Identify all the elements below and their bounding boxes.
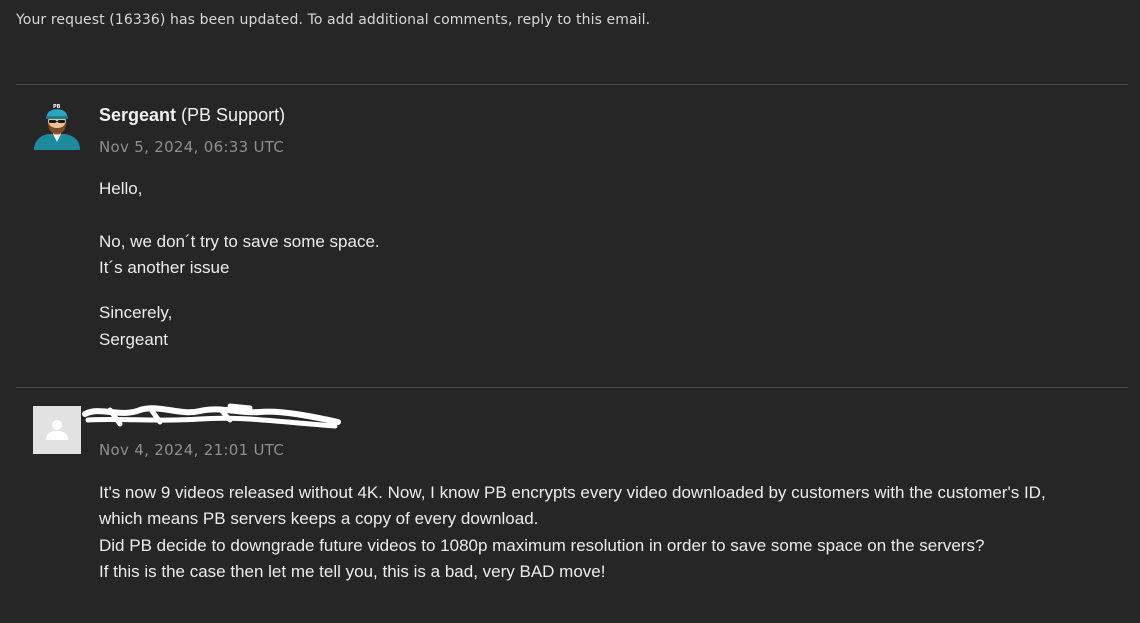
comment-timestamp: Nov 5, 2024, 06:33 UTC bbox=[99, 138, 285, 156]
comment-line: Sincerely, bbox=[99, 303, 173, 322]
author-name: Sergeant bbox=[99, 105, 177, 125]
comment-line: No, we don´t try to save some space. bbox=[99, 232, 380, 251]
comment-line: Sergeant bbox=[99, 330, 168, 349]
update-notice: Your request (16336) has been updated. T… bbox=[16, 12, 651, 28]
comment-line: It´s another issue bbox=[99, 258, 230, 277]
comment-line: It's now 9 videos released without 4K. N… bbox=[99, 483, 1046, 502]
comment-author: Sergeant (PB Support) bbox=[99, 105, 285, 126]
default-user-avatar-icon bbox=[33, 406, 81, 454]
author-role: (PB Support) bbox=[181, 105, 286, 125]
comment-line: If this is the case then let me tell you… bbox=[99, 562, 606, 581]
divider bbox=[16, 387, 1128, 388]
divider bbox=[16, 84, 1128, 85]
comment-timestamp: Nov 4, 2024, 21:01 UTC bbox=[99, 441, 285, 459]
comment-line: Hello, bbox=[99, 179, 143, 198]
comment-line: Did PB decide to downgrade future videos… bbox=[99, 536, 985, 555]
email-thread: Your request (16336) has been updated. T… bbox=[0, 0, 1140, 623]
avatar-badge-text: PB bbox=[53, 104, 61, 110]
comment-line: which means PB servers keeps a copy of e… bbox=[99, 509, 539, 528]
user-silhouette-icon bbox=[46, 420, 68, 440]
redacted-author-name bbox=[82, 403, 341, 429]
